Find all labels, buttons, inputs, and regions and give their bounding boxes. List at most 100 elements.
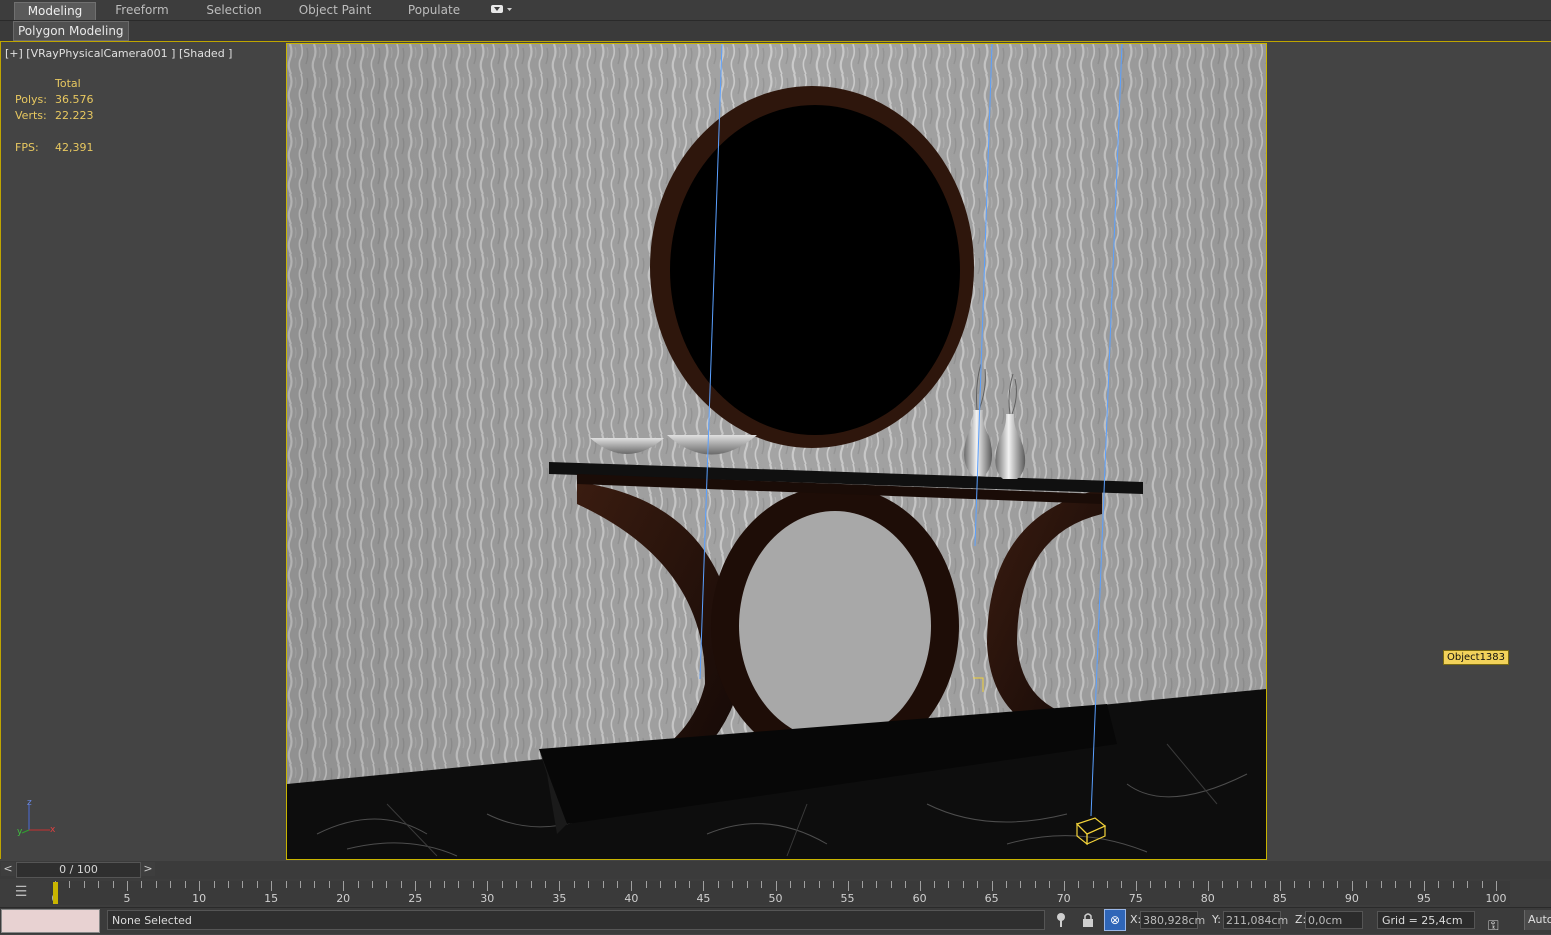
- trackbar-tick: [458, 881, 460, 888]
- trackbar-tick-label: 75: [1128, 892, 1143, 905]
- trackbar-tick: [285, 881, 287, 888]
- trackbar-tick: [1438, 881, 1440, 888]
- axis-z-label: z: [27, 798, 32, 808]
- trackbar-tick: [703, 881, 705, 891]
- trackbar-tick: [1452, 881, 1454, 888]
- viewport-right-area[interactable]: [1266, 42, 1551, 859]
- trackbar-tick-label: 85: [1272, 892, 1287, 905]
- ribbon-options-dropdown[interactable]: [486, 2, 516, 19]
- filmstrip-icon[interactable]: ☰: [12, 884, 30, 900]
- trackbar-tick: [977, 881, 979, 888]
- time-slider[interactable]: 0 / 100: [16, 862, 141, 878]
- tab-populate[interactable]: Populate: [398, 2, 470, 19]
- trackbar-tick: [1121, 881, 1123, 888]
- trackbar-tick: [415, 881, 417, 891]
- trackbar-tick: [804, 881, 806, 888]
- trackbar-tick: [69, 881, 71, 888]
- z-coord-field[interactable]: 0,0cm: [1305, 911, 1363, 929]
- trackbar-tick: [616, 881, 618, 888]
- trackbar-tick-label: 30: [480, 892, 495, 905]
- trackbar-tick: [242, 881, 244, 888]
- grid-size-display: Grid = 25,4cm: [1377, 911, 1475, 929]
- trackbar-tick: [1294, 881, 1296, 888]
- prev-frame-button[interactable]: <: [1, 862, 15, 876]
- trackbar-tick-label: 70: [1056, 892, 1071, 905]
- trackbar-tick: [905, 881, 907, 888]
- trackbar-tick: [1496, 881, 1497, 891]
- trackbar-tick: [256, 881, 258, 888]
- trackbar-tick: [343, 881, 345, 891]
- lock-icon[interactable]: [1079, 911, 1097, 929]
- trackbar-tick: [674, 881, 676, 888]
- current-frame-marker[interactable]: [53, 882, 58, 904]
- trackbar-tick: [1078, 881, 1080, 888]
- trackbar-tick: [1236, 881, 1238, 888]
- trackbar-tick: [948, 881, 950, 888]
- trackbar-tick: [544, 881, 546, 888]
- trackbar-tick-label: 10: [192, 892, 207, 905]
- trackbar-tick: [98, 881, 100, 888]
- tab-selection[interactable]: Selection: [194, 2, 274, 19]
- y-coord-label: Y:: [1212, 913, 1221, 926]
- camera-viewport[interactable]: [286, 43, 1267, 860]
- trackbar-tick: [1351, 881, 1353, 891]
- trackbar-tick: [530, 881, 532, 888]
- trackbar-tick: [400, 881, 402, 888]
- verts-label: Verts:: [15, 109, 47, 122]
- polygon-modeling-panel[interactable]: Polygon Modeling: [13, 21, 129, 41]
- tab-object-paint[interactable]: Object Paint: [289, 2, 381, 19]
- trackbar-tick: [487, 881, 489, 891]
- y-coord-field[interactable]: 211,084cm: [1223, 911, 1288, 929]
- isolate-selection-icon[interactable]: [1052, 911, 1070, 929]
- trackbar-tick: [962, 881, 964, 888]
- trackbar-tick: [1006, 881, 1008, 888]
- trackbar-tick-label: 50: [768, 892, 783, 905]
- trackbar-tick: [934, 881, 935, 888]
- trackbar-tick: [429, 881, 431, 888]
- tab-modeling[interactable]: Modeling: [14, 2, 96, 20]
- trackbar-tick: [1423, 881, 1425, 891]
- trackbar-tick: [1308, 881, 1310, 888]
- x-coord-field[interactable]: 380,928cm: [1140, 911, 1205, 929]
- trackbar-tick-label: 60: [912, 892, 927, 905]
- trackbar-tick: [789, 881, 791, 888]
- trackbar-tick-label: 95: [1416, 892, 1431, 905]
- trackbar-tick: [141, 881, 143, 888]
- trackbar-tick: [1092, 881, 1094, 888]
- key-icon[interactable]: ⚿: [1488, 918, 1499, 934]
- maxscript-listener[interactable]: [1, 909, 100, 933]
- trackbar-tick: [645, 881, 647, 888]
- trackbar-tick: [328, 881, 330, 888]
- trackbar-tick: [991, 881, 993, 891]
- viewport-label[interactable]: [+] [VRayPhysicalCamera001 ] [Shaded ]: [5, 47, 232, 60]
- trackbar-tick: [155, 881, 157, 888]
- verts-value: 22.223: [55, 109, 94, 122]
- tab-freeform[interactable]: Freeform: [102, 2, 182, 19]
- trackbar-tick: [1193, 881, 1195, 888]
- trackbar-tick-label: 5: [123, 892, 131, 905]
- trackbar-tick: [559, 881, 561, 891]
- trackbar-tick: [444, 881, 446, 888]
- trackbar-tick: [1164, 881, 1166, 888]
- trackbar-tick-label: 55: [840, 892, 855, 905]
- trackbar-tick: [83, 881, 85, 888]
- trackbar-tick: [1251, 881, 1253, 888]
- trackbar-tick: [372, 881, 374, 888]
- trackbar-tick: [861, 881, 863, 888]
- trackbar-tick: [689, 881, 691, 888]
- trackbar-tick: [1380, 881, 1382, 888]
- trackbar-tick: [1395, 881, 1397, 888]
- trackbar-tick: [1279, 881, 1281, 891]
- next-frame-button[interactable]: >: [141, 862, 155, 876]
- trackbar-tick: [501, 881, 503, 888]
- trackbar-ruler[interactable]: 0510152025303540455055606570758085909510…: [50, 881, 1510, 905]
- polys-label: Polys:: [15, 93, 47, 106]
- trackbar-tick-label: 80: [1200, 892, 1215, 905]
- absolute-mode-transform-icon[interactable]: ⊗: [1104, 909, 1126, 931]
- axis-gizmo-icon: z x y: [17, 798, 56, 837]
- stats-header: Total: [55, 77, 81, 90]
- auto-key-button[interactable]: Auto: [1524, 910, 1551, 930]
- viewport-left-area[interactable]: [0, 42, 287, 859]
- trackbar-tick-label: 40: [624, 892, 639, 905]
- scene-render: [287, 44, 1266, 859]
